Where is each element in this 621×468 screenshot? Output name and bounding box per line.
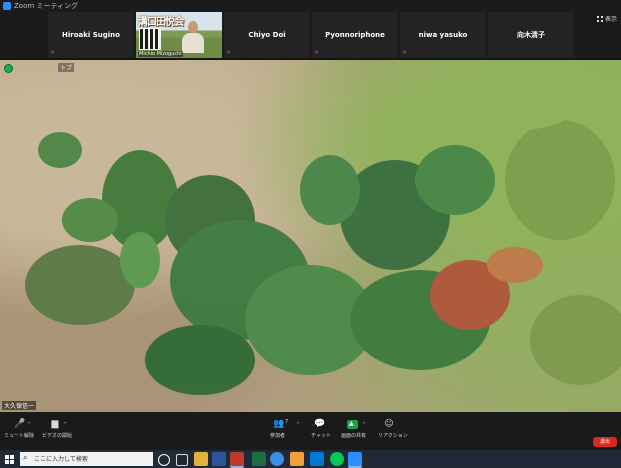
mic-muted-icon: ✕: [50, 49, 56, 56]
taskbar-search[interactable]: ⌕ ここに入力して検索: [20, 452, 153, 466]
browser-icon[interactable]: [290, 452, 304, 466]
mail-icon[interactable]: [310, 452, 324, 466]
security-shield-icon[interactable]: [4, 64, 13, 73]
share-screen-icon[interactable]: [347, 420, 358, 429]
chat-icon[interactable]: 💬: [314, 420, 325, 429]
active-speaker-name: 大久保信一: [2, 401, 37, 410]
person-image: [182, 21, 204, 53]
participant-tile[interactable]: Hiroaki Sugino ✕: [48, 12, 134, 58]
excel-icon[interactable]: [252, 452, 266, 466]
mic-muted-icon: ✕: [226, 49, 232, 56]
participants-label[interactable]: 参加者: [270, 432, 285, 439]
participant-tile[interactable]: 向木清子: [488, 12, 574, 58]
participants-options-caret[interactable]: ^: [296, 422, 300, 428]
windows-start-icon[interactable]: [5, 455, 14, 464]
mic-muted-icon[interactable]: 🎤: [14, 420, 25, 429]
mic-muted-icon: ✕: [402, 49, 408, 56]
main-video: トブ 大久保信一: [0, 60, 621, 412]
participant-name: 向木清子: [517, 31, 545, 39]
zoom-app-icon: [3, 2, 11, 10]
mute-button-label[interactable]: ミュート解除: [4, 432, 34, 439]
participant-strip: Hiroaki Sugino ✕ 溝口田悦会 Michio Mizoguchi …: [0, 12, 621, 58]
view-button[interactable]: 表示: [596, 14, 617, 23]
start-video-label[interactable]: ビデオの開始: [42, 432, 72, 439]
share-screen-label[interactable]: 画面の共有: [341, 432, 366, 439]
leave-meeting-button[interactable]: 退出: [593, 437, 617, 447]
participant-name: Pyonnoriphone: [325, 31, 385, 39]
participant-name: Hiroaki Sugino: [62, 31, 120, 39]
search-placeholder: ここに入力して検索: [34, 456, 88, 463]
participant-tile[interactable]: Chiyo Doi ✕: [224, 12, 310, 58]
file-explorer-icon[interactable]: [194, 452, 208, 466]
participant-video-tile[interactable]: 溝口田悦会 Michio Mizoguchi: [136, 12, 222, 58]
participants-count: 7: [285, 419, 289, 425]
mic-options-caret[interactable]: ^: [27, 422, 31, 428]
zoom-taskbar-icon[interactable]: [348, 452, 362, 468]
meeting-controls: 🎤 ^ ミュート解除 ▆ ^ ビデオの開始 👥 7 ^ 参加者 💬 チャット ^…: [0, 412, 621, 450]
video-options-caret[interactable]: ^: [63, 422, 67, 428]
video-off-icon[interactable]: ▆: [50, 420, 60, 429]
search-icon: ⌕: [23, 453, 28, 462]
title-bar: Zoom ミーティング: [0, 0, 621, 12]
windows-taskbar: ⌕ ここに入力して検索: [0, 450, 621, 468]
rose-plant-image: [25, 70, 621, 395]
reactions-label[interactable]: リアクション: [378, 432, 408, 439]
participant-tile[interactable]: niwa yasuko ✕: [400, 12, 486, 58]
recording-info: トブ: [58, 63, 75, 72]
participant-tile[interactable]: Pyonnoriphone ✕: [312, 12, 398, 58]
share-options-caret[interactable]: ^: [362, 422, 366, 428]
window-title: Zoom ミーティング: [14, 2, 78, 10]
participant-name: Chiyo Doi: [248, 31, 286, 39]
video-participant-name: Michio Mizoguchi: [138, 51, 183, 57]
powerpoint-icon[interactable]: [230, 452, 244, 468]
cortana-icon[interactable]: [158, 454, 170, 466]
task-view-icon[interactable]: [176, 454, 188, 466]
mic-muted-icon: ✕: [314, 49, 320, 56]
edge-icon[interactable]: [270, 452, 284, 466]
qr-code-icon: [139, 28, 161, 50]
word-icon[interactable]: [212, 452, 226, 466]
view-label: 表示: [604, 16, 617, 23]
reactions-icon[interactable]: ☺: [384, 420, 394, 429]
video-banner-text: 溝口田悦会: [138, 17, 184, 28]
grid-view-icon: [596, 15, 603, 22]
participants-icon[interactable]: 👥: [273, 420, 284, 429]
chat-label[interactable]: チャット: [311, 432, 331, 439]
line-icon[interactable]: [330, 452, 344, 466]
participant-name: niwa yasuko: [418, 31, 468, 39]
